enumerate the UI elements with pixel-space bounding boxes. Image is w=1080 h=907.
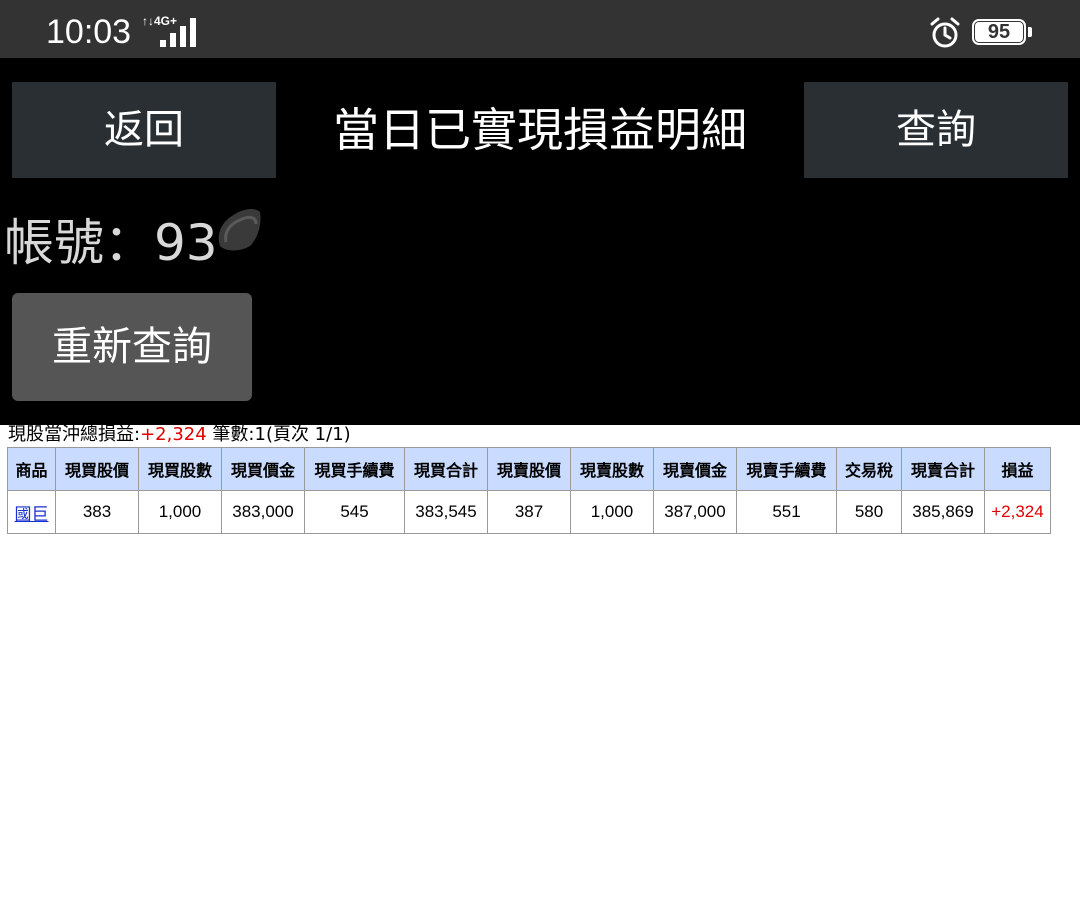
table-cell: 383,545 — [404, 490, 488, 534]
summary-total: +2,324 — [140, 424, 207, 445]
requery-button[interactable]: 重新查詢 — [12, 293, 252, 401]
column-header: 現買股價 — [55, 447, 139, 491]
table-cell: 387,000 — [653, 490, 737, 534]
battery-level: 95 — [987, 21, 1011, 43]
product-link[interactable]: 國巨 — [7, 490, 56, 534]
column-header: 現買合計 — [404, 447, 488, 491]
table-cell: 387 — [487, 490, 571, 534]
redaction-mask — [218, 209, 261, 251]
table-cell: 580 — [836, 490, 902, 534]
table-cell: 383,000 — [221, 490, 305, 534]
summary-prefix: 現股當沖總損益: — [8, 424, 141, 445]
status-bar: 10:03 ↑↓4G+ 95 — [0, 0, 1080, 58]
signal-icon: ↑↓4G+ — [142, 14, 196, 47]
summary-line: 現股當沖總損益:+2,324 筆數:1(頁次 1/1) — [8, 424, 351, 446]
column-header: 現賣股數 — [570, 447, 654, 491]
table-cell: 385,869 — [901, 490, 985, 534]
account-number: 帳號：93 — [4, 214, 218, 272]
column-header: 現賣合計 — [901, 447, 985, 491]
table-cell: 545 — [304, 490, 405, 534]
battery-icon: 95 — [972, 19, 1034, 47]
column-header: 交易稅 — [836, 447, 902, 491]
table-cell: 1,000 — [138, 490, 222, 534]
column-header: 現賣手續費 — [736, 447, 837, 491]
column-header: 現買價金 — [221, 447, 305, 491]
table-header-row: 商品 現買股價 現買股數 現買價金 現買手續費 現買合計 現賣股價 現賣股數 現… — [7, 447, 1051, 491]
status-time: 10:03 — [46, 13, 132, 51]
back-button[interactable]: 返回 — [12, 82, 276, 178]
column-header: 現賣股價 — [487, 447, 571, 491]
column-header: 現買手續費 — [304, 447, 405, 491]
table-cell: 551 — [736, 490, 837, 534]
column-header: 損益 — [984, 447, 1051, 491]
query-button[interactable]: 查詢 — [804, 82, 1068, 178]
table-cell: 1,000 — [570, 490, 654, 534]
table-cell: 383 — [55, 490, 139, 534]
column-header: 現賣價金 — [653, 447, 737, 491]
table-row: 國巨 383 1,000 383,000 545 383,545 387 1,0… — [7, 490, 1051, 534]
header: 返回 當日已實現損益明細 查詢 帳號：93 重新查詢 — [0, 58, 1080, 425]
svg-text:↑↓4G+: ↑↓4G+ — [142, 14, 177, 28]
pnl-table: 商品 現買股價 現買股數 現買價金 現買手續費 現買合計 現賣股價 現賣股數 現… — [7, 447, 1051, 534]
page-title: 當日已實現損益明細 — [333, 103, 747, 157]
column-header: 現買股數 — [138, 447, 222, 491]
alarm-icon — [930, 17, 960, 48]
summary-suffix: 筆數:1(頁次 1/1) — [206, 424, 351, 445]
pnl-cell: +2,324 — [984, 490, 1051, 534]
column-header: 商品 — [7, 447, 56, 491]
